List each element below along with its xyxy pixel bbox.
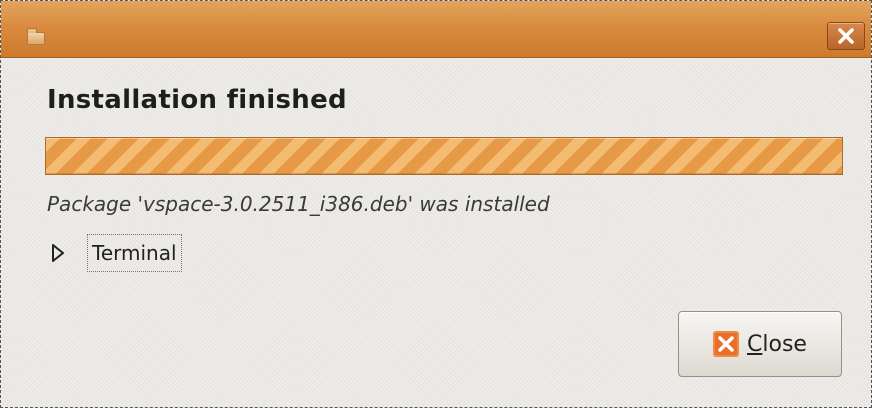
window-close-button[interactable] — [827, 22, 865, 50]
title-bar[interactable] — [1, 1, 871, 58]
terminal-expander[interactable]: Terminal — [51, 233, 182, 273]
package-icon — [27, 28, 45, 45]
close-icon — [838, 28, 854, 44]
terminal-expander-label: Terminal — [87, 234, 182, 272]
close-icon — [713, 331, 740, 357]
triangle-right-icon — [52, 244, 64, 262]
page-title: Installation finished — [47, 85, 347, 115]
close-button[interactable]: Close — [678, 311, 842, 377]
dialog-window: Installation finished Package 'vspace-3.… — [0, 0, 872, 408]
close-button-label: Close — [747, 331, 807, 357]
progress-fill — [46, 138, 842, 174]
progress-bar — [45, 137, 843, 175]
status-text: Package 'vspace-3.0.2511_i386.deb' was i… — [47, 192, 550, 216]
